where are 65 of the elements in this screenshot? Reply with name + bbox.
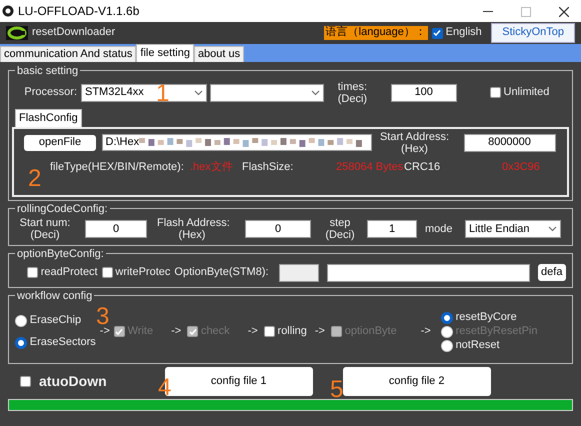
file-path-field[interactable]: D:\Hex (102, 134, 372, 152)
crc-label: CRC16 (404, 160, 442, 174)
times-label: times: (Deci) (338, 80, 368, 105)
file-type-label: fileType(HEX/BIN/Remote): (50, 160, 185, 174)
flash-size-value: 258064 Bytes (336, 160, 404, 174)
arrow-label: -> (420, 325, 431, 338)
section-legend: optionByteConfig: (15, 248, 106, 260)
annotation-number: 2 (28, 167, 42, 191)
check-icon (433, 29, 442, 37)
config-file-button[interactable]: config file 2 (342, 366, 491, 396)
option-byte-field[interactable] (278, 264, 319, 282)
open-file-button[interactable]: openFile (24, 134, 96, 151)
section-legend: rollingCodeConfig: (15, 202, 110, 215)
caret-icon (310, 90, 320, 96)
auto-down-checkbox[interactable]: atuoDown (20, 372, 107, 390)
language-label: 语言（language）： (324, 26, 428, 40)
variant-dropdown[interactable] (210, 84, 324, 102)
step-label: step (Deci) (324, 217, 356, 242)
start-address-label: Start Address: (Hex) (378, 130, 450, 155)
window-title: LU-OFFLOAD-V1.1.6b (18, 4, 140, 18)
minimize-icon (483, 10, 493, 13)
flash-address-label: Flash Address: (Hex) (157, 217, 227, 242)
arrow-label: -> (314, 325, 325, 338)
file-type-value: .hex文件 (190, 160, 234, 174)
step-field[interactable]: 1 (367, 220, 417, 238)
tab[interactable]: communication And status (0, 46, 136, 62)
crc-value: 0x3C96 (502, 160, 541, 174)
default-button[interactable]: defa (538, 264, 566, 282)
mode-label: mode (425, 222, 454, 236)
section-legend: basic setting (15, 64, 80, 77)
check-icon (188, 328, 197, 336)
option-value-field[interactable] (326, 264, 530, 282)
check-icon (115, 328, 124, 336)
flash-address-field[interactable]: 0 (245, 220, 311, 238)
step-checkbox[interactable]: rolling (264, 325, 307, 338)
tab[interactable]: file setting (136, 44, 194, 62)
section-legend: workflow config (15, 290, 94, 302)
flash-size-label: FlashSize: (242, 160, 294, 174)
times-field[interactable]: 100 (390, 84, 457, 102)
annotation-number: 5 (330, 378, 344, 402)
erase-mode-radio[interactable]: EraseSectors (15, 336, 96, 350)
reset-mode-radio[interactable]: notReset (440, 339, 538, 353)
start-address-field[interactable]: 8000000 (464, 134, 556, 152)
start-num-label: Start num: (Deci) (18, 217, 72, 242)
caret-icon (548, 226, 557, 232)
processor-label: Processor: (23, 86, 77, 100)
arrow-label: -> (248, 325, 258, 338)
sticky-on-top-button[interactable]: StickyOnTop (491, 23, 575, 43)
tab[interactable]: about us (194, 46, 244, 62)
write-protect-checkbox[interactable]: writeProtec (102, 266, 170, 280)
english-checkbox[interactable]: English (432, 26, 482, 40)
mode-dropdown[interactable]: Little Endian (465, 220, 561, 238)
tab[interactable]: FlashConfig (15, 108, 82, 127)
start-num-field[interactable]: 0 (85, 220, 147, 238)
caret-icon (194, 90, 203, 96)
erase-mode-radio[interactable]: EraseChip (15, 314, 96, 328)
maximize-icon (521, 6, 531, 17)
arrow-label: -> (171, 325, 182, 338)
reset-mode-radio[interactable]: resetByCore (440, 310, 538, 324)
close-icon (559, 6, 569, 17)
option-byte-label: OptionByte(STM8): (174, 266, 269, 280)
app-name: resetDownloader (32, 26, 116, 40)
read-protect-checkbox[interactable]: readProtect (27, 266, 98, 280)
logo-icon (6, 26, 28, 40)
unlimited-checkbox[interactable]: Unlimited (490, 86, 550, 100)
